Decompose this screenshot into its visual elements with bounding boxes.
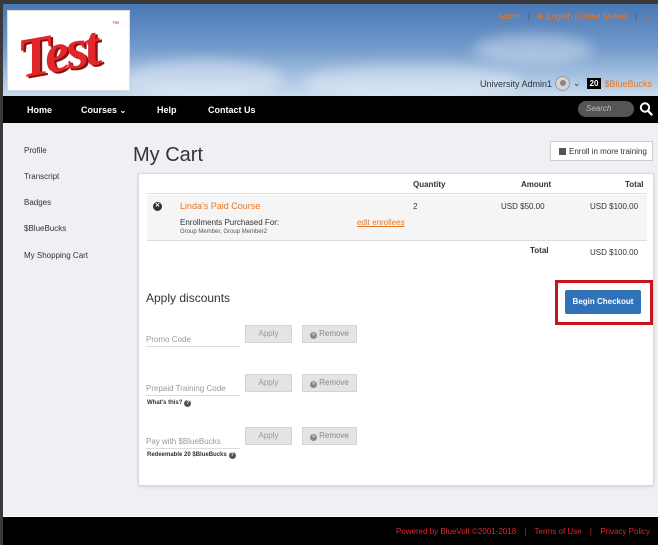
nav-item-help[interactable]: Help bbox=[157, 105, 177, 115]
sky-cloud bbox=[123, 59, 283, 96]
admin-link[interactable]: Admin bbox=[498, 12, 521, 21]
sky-cloud bbox=[473, 34, 593, 64]
enrollee-names: Group Member, Group Member2 bbox=[180, 229, 268, 235]
sidebar-item-profile[interactable]: Profile bbox=[24, 146, 47, 155]
table-row: ✕ Linda's Paid Course Enrollments Purcha… bbox=[147, 195, 647, 241]
site-footer: Powered by BlueVolt ©2001-2018 | Terms o… bbox=[3, 517, 658, 545]
cart-table-header: Quantity Amount Total bbox=[147, 174, 647, 194]
amount-value: USD $50.00 bbox=[501, 202, 545, 211]
chevron-down-icon: ⌄ bbox=[119, 106, 127, 115]
column-header-quantity: Quantity bbox=[413, 180, 446, 189]
remove-prepaid-label: Remove bbox=[319, 378, 349, 387]
begin-checkout-button[interactable]: Begin Checkout bbox=[565, 290, 641, 314]
close-icon: ✕ bbox=[310, 381, 318, 388]
column-header-total: Total bbox=[625, 180, 644, 189]
site-logo[interactable]: Test ™ bbox=[7, 10, 130, 91]
window-left-border bbox=[0, 0, 3, 545]
search-icon[interactable] bbox=[639, 101, 653, 117]
main-nav: Home Courses ⌄ Help Contact Us Search bbox=[3, 96, 658, 123]
search-input[interactable]: Search bbox=[578, 101, 634, 117]
language-selector[interactable]: English (United States) bbox=[546, 12, 628, 21]
page-title: My Cart bbox=[133, 144, 203, 166]
cart-icon[interactable]: ▭ bbox=[644, 12, 652, 21]
quantity-value: 2 bbox=[413, 202, 418, 211]
terms-of-use-link[interactable]: Terms of Use bbox=[535, 527, 582, 536]
divider: | bbox=[527, 12, 530, 21]
bluebucks-link[interactable]: $BlueBucks bbox=[604, 79, 652, 89]
divider: | bbox=[524, 527, 527, 536]
nav-item-courses-label: Courses bbox=[81, 105, 118, 115]
divider: | bbox=[589, 527, 592, 536]
whats-this-label: What's this? bbox=[147, 400, 183, 406]
remove-bluebucks-button[interactable]: ✕ Remove bbox=[302, 427, 357, 445]
logo-trademark: ™ bbox=[112, 21, 119, 28]
logo-wordmark: Test bbox=[13, 15, 103, 91]
user-name[interactable]: University Admin1 bbox=[480, 79, 552, 89]
grand-total-row: Total USD $100.00 bbox=[147, 241, 647, 261]
bluebucks-count-badge: 20 bbox=[586, 78, 602, 89]
sidebar-item-bluebucks[interactable]: $BlueBucks bbox=[24, 224, 66, 233]
nav-item-home[interactable]: Home bbox=[27, 105, 52, 115]
sidebar-item-transcript[interactable]: Transcript bbox=[24, 172, 59, 181]
nav-item-courses[interactable]: Courses ⌄ bbox=[81, 105, 126, 115]
grand-total-value: USD $100.00 bbox=[590, 248, 639, 257]
column-header-amount: Amount bbox=[521, 180, 552, 189]
apply-prepaid-button[interactable]: Apply bbox=[245, 374, 292, 392]
remove-item-icon[interactable]: ✕ bbox=[153, 202, 162, 211]
globe-icon: ⊕ bbox=[537, 12, 544, 21]
question-icon: ? bbox=[184, 400, 192, 407]
sidebar-item-shopping-cart[interactable]: My Shopping Cart bbox=[24, 251, 88, 260]
privacy-policy-link[interactable]: Privacy Policy bbox=[600, 527, 650, 536]
nav-item-contact-us[interactable]: Contact Us bbox=[208, 105, 256, 115]
edit-enrollees-link[interactable]: edit enrollees bbox=[357, 218, 405, 227]
close-icon: ✕ bbox=[310, 434, 318, 441]
site-header: Test ™ Admin | ⊕ English (United States)… bbox=[3, 4, 658, 96]
pay-with-bluebucks-field[interactable]: Pay with $BlueBucks bbox=[146, 431, 240, 449]
top-links: Admin | ⊕ English (United States) | ▭ bbox=[498, 12, 652, 21]
apply-discounts-heading: Apply discounts bbox=[146, 291, 231, 305]
row-total-value: USD $100.00 bbox=[590, 202, 639, 211]
user-menu: University Admin1 ⌄ 20 $BlueBucks bbox=[480, 76, 652, 91]
footer-links: Powered by BlueVolt ©2001-2018 | Terms o… bbox=[396, 527, 650, 536]
enroll-more-training-button[interactable]: Enroll in more training bbox=[550, 141, 653, 161]
redeemable-label: Redeemable 20 $BlueBucks bbox=[147, 452, 227, 458]
remove-promo-label: Remove bbox=[319, 329, 349, 338]
promo-code-field[interactable]: Promo Code bbox=[146, 329, 240, 347]
grand-total-label: Total bbox=[530, 246, 549, 255]
remove-bluebucks-label: Remove bbox=[319, 431, 349, 440]
enrollments-label: Enrollments Purchased For: bbox=[180, 218, 280, 227]
course-link[interactable]: Linda's Paid Course bbox=[180, 201, 260, 211]
redeemable-bluebucks-note: Redeemable 20 $BlueBucks? bbox=[147, 452, 236, 459]
whats-this-link[interactable]: What's this?? bbox=[147, 400, 192, 407]
prepaid-training-code-field[interactable]: Prepaid Training Code bbox=[146, 378, 240, 396]
close-icon: ✕ bbox=[310, 332, 318, 339]
enroll-more-label: Enroll in more training bbox=[569, 147, 647, 156]
avatar[interactable] bbox=[555, 76, 571, 91]
divider: | bbox=[635, 12, 638, 21]
chevron-down-icon[interactable]: ⌄ bbox=[573, 78, 581, 89]
apply-promo-button[interactable]: Apply bbox=[245, 325, 292, 343]
remove-promo-button[interactable]: ✕ Remove bbox=[302, 325, 357, 343]
building-icon bbox=[559, 148, 566, 155]
apply-bluebucks-button[interactable]: Apply bbox=[245, 427, 292, 445]
sidebar-item-badges[interactable]: Badges bbox=[24, 198, 51, 207]
remove-prepaid-button[interactable]: ✕ Remove bbox=[302, 374, 357, 392]
question-icon[interactable]: ? bbox=[228, 452, 236, 459]
powered-by-link[interactable]: Powered by BlueVolt ©2001-2018 bbox=[396, 527, 516, 536]
